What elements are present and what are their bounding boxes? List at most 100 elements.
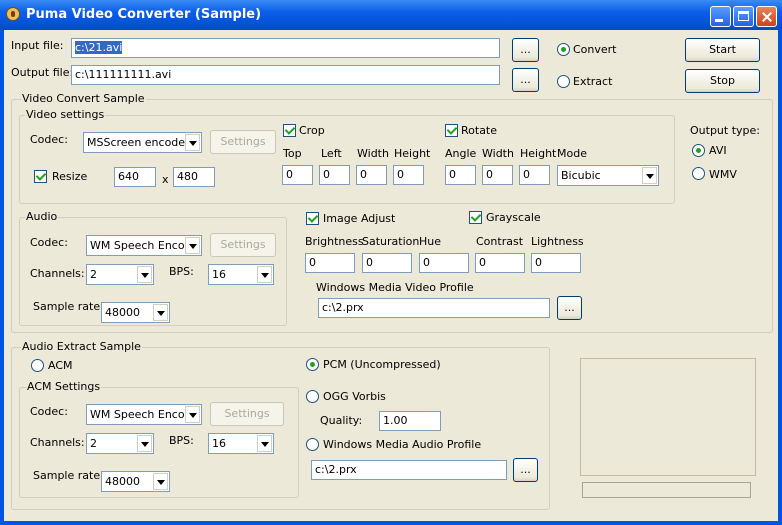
acm-label: ACM bbox=[48, 359, 73, 372]
crop-top-field[interactable]: 0 bbox=[282, 165, 313, 185]
acm-channels-select[interactable]: 2 bbox=[86, 433, 154, 454]
video-codec-select[interactable]: MSScreen encoder D bbox=[83, 132, 202, 153]
hue-field[interactable]: 0 bbox=[419, 253, 469, 273]
crop-left-field[interactable]: 0 bbox=[319, 165, 350, 185]
start-button[interactable]: Start bbox=[685, 38, 760, 62]
output-browse-button[interactable]: ... bbox=[512, 68, 539, 92]
resize-x-label: x bbox=[162, 173, 169, 186]
rotate-height-field[interactable]: 0 bbox=[519, 165, 550, 185]
maximize-button[interactable] bbox=[733, 6, 754, 27]
wma-profile-field[interactable]: c:\2.prx bbox=[311, 460, 507, 480]
ogg-radio[interactable] bbox=[306, 390, 319, 403]
output-file-field[interactable]: c:\111111111.avi bbox=[71, 65, 500, 85]
contrast-label: Contrast bbox=[476, 235, 524, 248]
rotate-mode-value: Bicubic bbox=[561, 169, 601, 182]
video-settings-title: Video settings bbox=[25, 108, 106, 121]
rotate-mode-select[interactable]: Bicubic bbox=[557, 165, 659, 186]
input-file-label: Input file: bbox=[11, 39, 64, 52]
input-file-field[interactable]: c:\21.avi bbox=[71, 38, 500, 58]
audio-rate-label: Sample rate: bbox=[33, 300, 104, 313]
acm-bps-select[interactable]: 16 bbox=[208, 433, 274, 454]
wmv-radio[interactable] bbox=[692, 167, 705, 180]
crop-height-label: Height bbox=[394, 147, 431, 160]
rotate-height-label: Height bbox=[520, 147, 557, 160]
audio-settings-button[interactable]: Settings bbox=[210, 233, 276, 257]
title-bar[interactable]: Puma Video Converter (Sample) bbox=[0, 0, 782, 30]
acm-radio[interactable] bbox=[31, 359, 44, 372]
brightness-field[interactable]: 0 bbox=[305, 253, 355, 273]
resize-height-field[interactable]: 480 bbox=[173, 167, 215, 187]
hue-label: Hue bbox=[419, 235, 442, 248]
avi-label: AVI bbox=[709, 144, 727, 157]
grayscale-checkbox[interactable] bbox=[469, 211, 482, 224]
acm-channels-value: 2 bbox=[90, 437, 97, 450]
audio-title: Audio bbox=[25, 210, 59, 223]
pcm-radio[interactable] bbox=[306, 358, 319, 371]
rotate-label: Rotate bbox=[461, 124, 498, 137]
client-area: Input file: c:\21.avi ... Output file: c… bbox=[4, 30, 778, 521]
chevron-down-icon bbox=[185, 406, 200, 423]
acm-channels-label: Channels: bbox=[30, 436, 85, 449]
wma-browse-button[interactable]: ... bbox=[513, 458, 538, 482]
resize-label: Resize bbox=[52, 170, 88, 183]
input-browse-button[interactable]: ... bbox=[512, 38, 539, 62]
resize-checkbox[interactable] bbox=[34, 170, 47, 183]
input-file-value: c:\21.avi bbox=[75, 41, 123, 54]
rotate-mode-label: Mode bbox=[557, 147, 587, 160]
video-codec-value: MSScreen encoder D bbox=[87, 136, 185, 149]
audio-channels-select[interactable]: 2 bbox=[86, 264, 154, 285]
crop-height-field[interactable]: 0 bbox=[393, 165, 424, 185]
close-button[interactable] bbox=[756, 6, 777, 27]
extract-radio[interactable] bbox=[557, 75, 570, 88]
convert-label: Convert bbox=[573, 43, 617, 56]
audio-codec-value: WM Speech Encode bbox=[90, 239, 186, 252]
brightness-label: Brightness bbox=[305, 235, 364, 248]
crop-checkbox[interactable] bbox=[283, 124, 296, 137]
video-profile-browse-button[interactable]: ... bbox=[557, 296, 582, 320]
acm-rate-value: 48000 bbox=[105, 475, 140, 488]
avi-radio[interactable] bbox=[692, 144, 705, 157]
stop-button[interactable]: Stop bbox=[685, 69, 760, 93]
acm-codec-select[interactable]: WM Speech Encode bbox=[86, 404, 202, 425]
contrast-field[interactable]: 0 bbox=[475, 253, 525, 273]
progress-bar bbox=[582, 482, 751, 498]
wma-radio[interactable] bbox=[306, 438, 319, 451]
audio-channels-value: 2 bbox=[90, 268, 97, 281]
audio-codec-select[interactable]: WM Speech Encode bbox=[86, 235, 202, 256]
app-icon[interactable] bbox=[6, 7, 20, 21]
audio-rate-value: 48000 bbox=[105, 306, 140, 319]
rotate-width-field[interactable]: 0 bbox=[482, 165, 513, 185]
lightness-field[interactable]: 0 bbox=[531, 253, 581, 273]
acm-settings-title: ACM Settings bbox=[26, 380, 102, 393]
rotate-angle-field[interactable]: 0 bbox=[445, 165, 476, 185]
output-type-label: Output type: bbox=[690, 124, 760, 137]
image-adjust-checkbox[interactable] bbox=[306, 212, 319, 225]
wmv-label: WMV bbox=[709, 168, 737, 181]
chevron-down-icon bbox=[185, 237, 200, 254]
lightness-label: Lightness bbox=[531, 235, 584, 248]
pcm-label: PCM (Uncompressed) bbox=[323, 358, 441, 371]
video-settings-button[interactable]: Settings bbox=[210, 130, 276, 154]
chevron-down-icon bbox=[642, 167, 657, 184]
acm-settings-button[interactable]: Settings bbox=[210, 402, 284, 426]
crop-width-field[interactable]: 0 bbox=[356, 165, 387, 185]
acm-bps-value: 16 bbox=[212, 437, 226, 450]
chevron-down-icon bbox=[185, 134, 200, 151]
chevron-down-icon bbox=[257, 266, 272, 283]
grayscale-label: Grayscale bbox=[486, 211, 541, 224]
crop-label: Crop bbox=[299, 124, 325, 137]
crop-top-label: Top bbox=[283, 147, 302, 160]
convert-radio[interactable] bbox=[557, 43, 570, 56]
minimize-button[interactable] bbox=[710, 6, 731, 27]
rotate-angle-label: Angle bbox=[445, 147, 477, 160]
audio-bps-value: 16 bbox=[212, 268, 226, 281]
rotate-checkbox[interactable] bbox=[445, 124, 458, 137]
acm-rate-select[interactable]: 48000 bbox=[101, 471, 170, 492]
quality-field[interactable]: 1.00 bbox=[379, 411, 441, 431]
rotate-width-label: Width bbox=[482, 147, 514, 160]
resize-width-field[interactable]: 640 bbox=[114, 167, 156, 187]
audio-bps-select[interactable]: 16 bbox=[208, 264, 274, 285]
saturation-field[interactable]: 0 bbox=[362, 253, 412, 273]
video-profile-field[interactable]: c:\2.prx bbox=[318, 298, 550, 318]
audio-rate-select[interactable]: 48000 bbox=[101, 302, 170, 323]
